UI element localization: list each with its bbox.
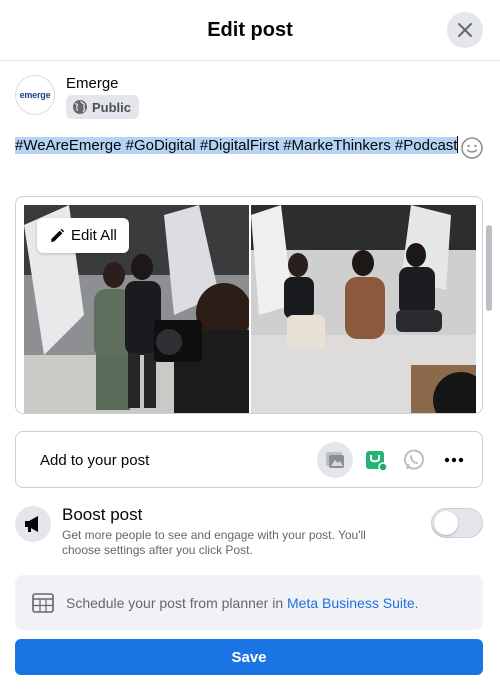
dialog-header: Edit post xyxy=(0,0,500,61)
avatar: emerge xyxy=(15,75,55,115)
save-button[interactable]: Save xyxy=(15,639,483,675)
schedule-text: Schedule your post from planner in Meta … xyxy=(66,595,419,611)
hashtag: #MarkeThinkers xyxy=(283,137,391,154)
emoji-button[interactable] xyxy=(460,136,484,160)
hashtag: #WeAreEmerge xyxy=(15,137,122,154)
smiley-icon xyxy=(461,137,483,159)
photo-video-icon xyxy=(326,452,344,468)
hashtag: #Podcast xyxy=(394,137,458,154)
media-preview: Edit All xyxy=(15,196,483,414)
privacy-label: Public xyxy=(92,99,132,115)
post-text-input[interactable]: #WeAreEmerge #GoDigital #DigitalFirst #M… xyxy=(15,136,459,158)
meta-business-suite-link[interactable]: Meta Business Suite xyxy=(287,595,415,611)
shop-tag-button[interactable] xyxy=(358,442,394,478)
privacy-selector[interactable]: Public xyxy=(66,95,140,119)
add-to-post-bar: Add to your post xyxy=(15,431,483,488)
toggle-knob xyxy=(434,511,458,535)
more-options-button[interactable] xyxy=(436,442,472,478)
pencil-icon xyxy=(51,228,65,242)
boost-toggle[interactable] xyxy=(431,508,483,538)
dialog-scrollbar[interactable] xyxy=(486,225,492,311)
boost-icon-wrapper xyxy=(15,506,51,542)
hashtag: #DigitalFirst xyxy=(199,137,280,154)
whatsapp-icon xyxy=(404,449,424,470)
calendar-icon xyxy=(32,593,54,613)
hashtag: #GoDigital xyxy=(125,137,196,154)
schedule-prefix: Schedule your post from planner in xyxy=(66,595,288,611)
photo-thumbnail[interactable] xyxy=(251,205,476,413)
boost-post-section: Boost post Get more people to see and en… xyxy=(15,505,485,565)
whatsapp-button[interactable] xyxy=(396,442,432,478)
schedule-suffix: . xyxy=(414,595,419,611)
text-caret xyxy=(457,136,459,153)
avatar-logo: emerge xyxy=(19,90,51,100)
megaphone-icon xyxy=(25,516,38,532)
add-to-post-label: Add to your post xyxy=(40,452,150,469)
dialog-title: Edit post xyxy=(207,19,293,41)
shopping-tag-icon xyxy=(366,451,388,472)
photo-video-button[interactable] xyxy=(317,442,353,478)
boost-description: Get more people to see and engage with y… xyxy=(62,528,366,557)
close-button[interactable] xyxy=(447,12,483,48)
close-icon xyxy=(458,23,472,37)
author-name: Emerge xyxy=(66,75,119,92)
edit-all-button[interactable]: Edit All xyxy=(37,218,129,253)
studio-photo-right xyxy=(251,205,476,413)
boost-title: Boost post xyxy=(62,505,143,524)
edit-all-label: Edit All xyxy=(71,227,117,244)
globe-icon xyxy=(73,100,87,114)
more-icon xyxy=(444,457,464,463)
schedule-banner: Schedule your post from planner in Meta … xyxy=(15,575,483,630)
